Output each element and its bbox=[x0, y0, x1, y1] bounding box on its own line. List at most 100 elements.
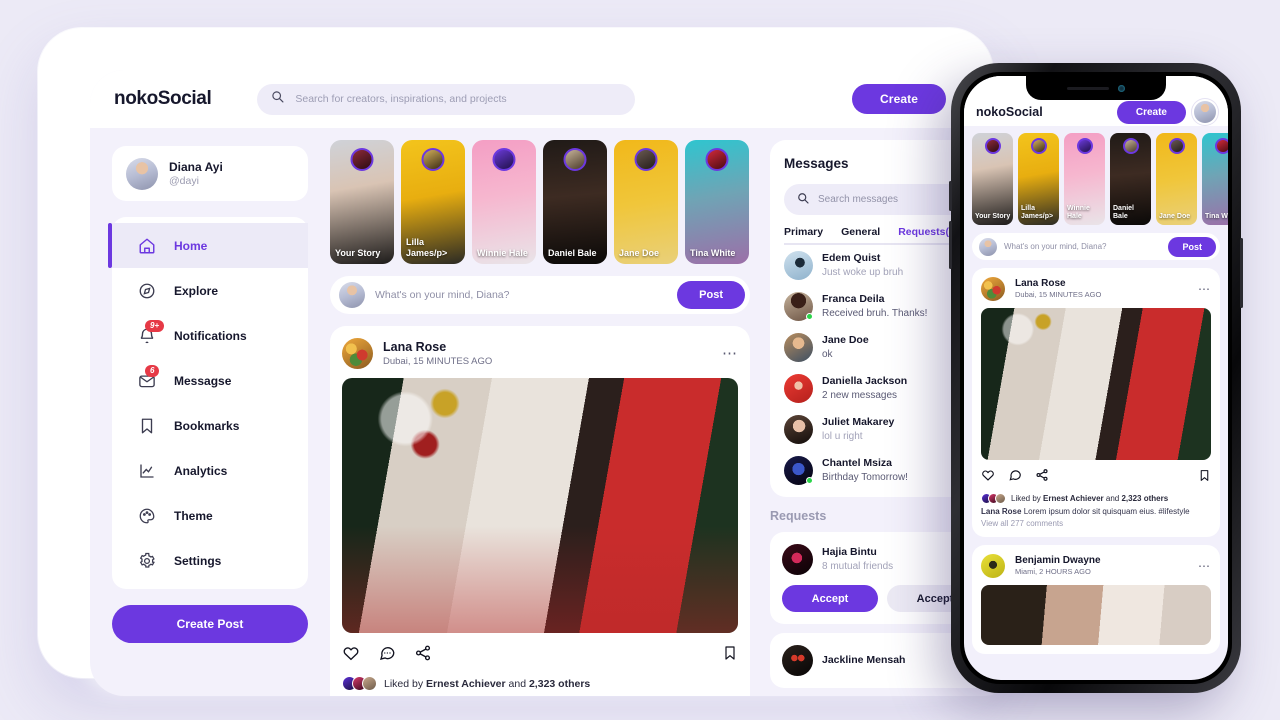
post-author: Lana Rose bbox=[383, 339, 447, 354]
search-bar[interactable] bbox=[257, 83, 636, 115]
sidebar-item-label: Theme bbox=[174, 508, 213, 523]
phone-brand-logo: nokoSocial bbox=[976, 105, 1043, 119]
phone-create-button[interactable]: Create bbox=[1116, 100, 1186, 124]
story-item[interactable]: Jane Doe bbox=[1156, 133, 1197, 225]
comment-icon[interactable] bbox=[378, 644, 396, 667]
bookmark-icon[interactable] bbox=[722, 645, 738, 666]
avatar[interactable] bbox=[981, 554, 1005, 578]
request-name: Jackline Mensah bbox=[822, 654, 906, 667]
tab-general[interactable]: General bbox=[841, 226, 880, 238]
sidebar-item-analytics[interactable]: Analytics bbox=[112, 448, 308, 493]
accept-button[interactable]: Accept bbox=[782, 585, 878, 612]
front-camera-icon bbox=[1118, 84, 1125, 92]
message-name: Franca Deila bbox=[822, 293, 885, 306]
sidebar: Diana Ayi @dayi Home Explore 9+ Notifica… bbox=[108, 146, 308, 643]
chart-line-icon bbox=[138, 462, 156, 480]
story-item[interactable]: Lilla James/p> bbox=[401, 140, 465, 264]
story-item[interactable]: Tina White bbox=[685, 140, 749, 264]
messages-search-input[interactable] bbox=[818, 194, 968, 205]
sidebar-item-label: Explore bbox=[174, 283, 219, 298]
story-item[interactable]: Lilla James/p> bbox=[1018, 133, 1059, 225]
volume-up-button[interactable] bbox=[949, 181, 952, 211]
liked-avatars bbox=[981, 493, 1006, 504]
post-options-icon[interactable]: ⋯ bbox=[1198, 283, 1211, 295]
message-name: Daniella Jackson bbox=[822, 375, 908, 388]
post-meta: Dubai, 15 MINUTES AGO bbox=[383, 355, 493, 367]
phone-composer-placeholder: What's on your mind, Diana? bbox=[1004, 242, 1107, 251]
story-item[interactable]: Jane Doe bbox=[614, 140, 678, 264]
request-name: Hajia Bintu bbox=[822, 546, 877, 559]
phone-feed-post: Lana Rose Dubai, 15 MINUTES AGO ⋯ Liked … bbox=[972, 268, 1220, 537]
story-avatar bbox=[1122, 138, 1139, 154]
post-header: Benjamin Dwayne Miami, 2 HOURS AGO ⋯ bbox=[981, 554, 1211, 578]
story-avatar bbox=[1076, 138, 1093, 154]
post-author: Lana Rose bbox=[1015, 278, 1066, 290]
view-comments-link[interactable]: View all 277 comments bbox=[981, 519, 1211, 528]
sidebar-item-explore[interactable]: Explore bbox=[112, 268, 308, 313]
avatar[interactable] bbox=[342, 338, 373, 369]
sidebar-profile-card[interactable]: Diana Ayi @dayi bbox=[112, 146, 308, 201]
liked-by-name[interactable]: Ernest Achiever bbox=[426, 678, 506, 690]
online-status-dot bbox=[806, 313, 813, 320]
sidebar-item-theme[interactable]: Theme bbox=[112, 493, 308, 538]
story-item[interactable]: Your Story bbox=[972, 133, 1013, 225]
tab-primary[interactable]: Primary bbox=[784, 226, 823, 238]
message-badge: 6 bbox=[145, 364, 160, 378]
message-name: Jane Doe bbox=[822, 334, 869, 347]
sidebar-item-bookmarks[interactable]: Bookmarks bbox=[112, 403, 308, 448]
phone-bezel: nokoSocial Create Your Story Lilla James… bbox=[960, 72, 1232, 684]
caption-text: Lorem ipsum dolor sit quisquam eius. #li… bbox=[1021, 507, 1190, 516]
like-icon[interactable] bbox=[981, 468, 995, 487]
caption-author[interactable]: Lana Rose bbox=[981, 507, 1021, 516]
composer-input[interactable] bbox=[375, 289, 668, 301]
liked-by-name[interactable]: Ernest Achiever bbox=[1043, 494, 1104, 503]
liked-by-count[interactable]: 2,323 others bbox=[529, 678, 590, 690]
liked-by-count[interactable]: 2,323 others bbox=[1121, 494, 1168, 503]
sidebar-item-home[interactable]: Home bbox=[108, 223, 308, 268]
power-button[interactable] bbox=[1240, 238, 1243, 308]
story-item[interactable]: Daniel Bale bbox=[543, 140, 607, 264]
phone-post-composer[interactable]: What's on your mind, Diana? Post bbox=[972, 233, 1220, 260]
create-post-button[interactable]: Create Post bbox=[112, 605, 308, 643]
sidebar-item-notifications[interactable]: 9+ Notifications bbox=[112, 313, 308, 358]
post-image bbox=[342, 378, 738, 633]
sidebar-item-messages[interactable]: 6 Messagse bbox=[112, 358, 308, 403]
phone-notch bbox=[1026, 76, 1166, 100]
create-button[interactable]: Create bbox=[852, 84, 946, 114]
post-button[interactable]: Post bbox=[677, 281, 745, 309]
comment-icon[interactable] bbox=[1008, 468, 1022, 487]
post-options-icon[interactable]: ⋯ bbox=[722, 346, 738, 360]
feed-column: Your Story Lilla James/p> Winnie Hale Da… bbox=[330, 140, 750, 696]
avatar[interactable] bbox=[981, 277, 1005, 301]
story-item[interactable]: Winnie Hale bbox=[1064, 133, 1105, 225]
desktop-window-frame: nokoSocial Create Diana Ayi @d bbox=[38, 28, 1017, 696]
story-avatar bbox=[705, 148, 729, 171]
post-caption: Lana Rose Lorem ipsum dolor sit quisquam… bbox=[342, 695, 738, 696]
story-item[interactable]: Winnie Hale bbox=[472, 140, 536, 264]
share-icon[interactable] bbox=[414, 644, 432, 667]
avatar[interactable] bbox=[1194, 101, 1216, 123]
bookmark-icon[interactable] bbox=[1198, 469, 1211, 487]
post-action-bar bbox=[981, 468, 1211, 487]
profile-handle: @dayi bbox=[169, 174, 199, 187]
message-preview: 2 new messages bbox=[822, 389, 898, 401]
volume-down-button[interactable] bbox=[949, 221, 952, 269]
sidebar-item-label: Notifications bbox=[174, 328, 247, 343]
phone-post-button[interactable]: Post bbox=[1168, 236, 1216, 257]
sidebar-item-label: Home bbox=[174, 238, 208, 253]
story-name: Your Story bbox=[975, 212, 1011, 220]
search-input[interactable] bbox=[295, 93, 622, 105]
sidebar-item-settings[interactable]: Settings bbox=[112, 538, 308, 583]
story-item[interactable]: Your Story bbox=[330, 140, 394, 264]
sidebar-item-label: Settings bbox=[174, 553, 222, 568]
story-name: Tina White bbox=[1205, 212, 1228, 220]
caption-author[interactable]: Lana Rose bbox=[342, 695, 395, 696]
share-icon[interactable] bbox=[1035, 468, 1049, 487]
app-brand-logo: nokoSocial bbox=[114, 88, 212, 109]
story-item[interactable]: Tina White bbox=[1202, 133, 1228, 225]
post-options-icon[interactable]: ⋯ bbox=[1198, 560, 1211, 572]
like-icon[interactable] bbox=[342, 644, 360, 667]
bookmark-icon bbox=[138, 417, 156, 435]
story-item[interactable]: Daniel Bale bbox=[1110, 133, 1151, 225]
sidebar-item-label: Bookmarks bbox=[174, 418, 240, 433]
